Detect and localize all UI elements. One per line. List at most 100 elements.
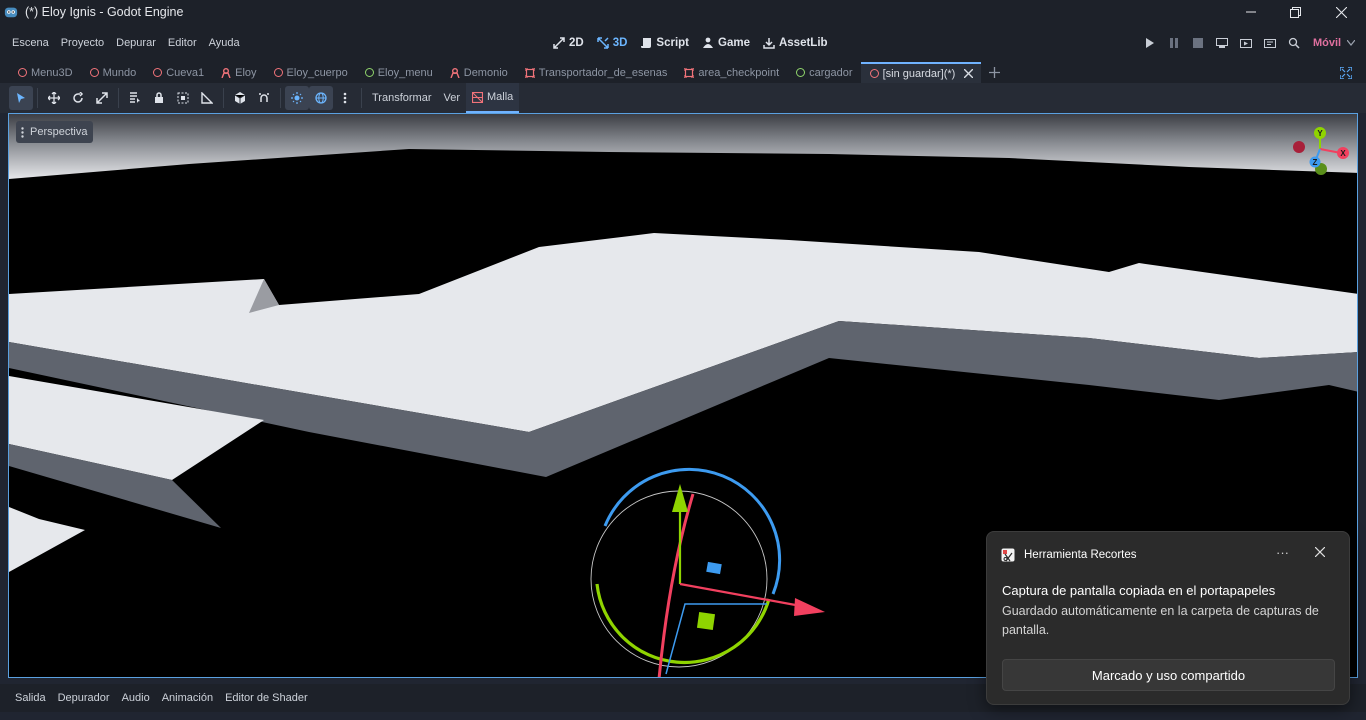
tab-label: Eloy_menu bbox=[377, 66, 433, 79]
menu-depurar[interactable]: Depurar bbox=[110, 37, 162, 49]
tab-area-checkpoint[interactable]: area_checkpoint bbox=[675, 62, 787, 83]
remote-debug-button[interactable] bbox=[1210, 31, 1234, 55]
close-window-button[interactable] bbox=[1318, 0, 1364, 24]
ruler-button[interactable] bbox=[195, 86, 219, 110]
globe-icon bbox=[315, 92, 327, 104]
mode-3d-button[interactable]: 3D bbox=[596, 37, 628, 49]
list-select-button[interactable] bbox=[123, 86, 147, 110]
menu-editor[interactable]: Editor bbox=[162, 37, 203, 49]
restore-button[interactable] bbox=[1272, 0, 1318, 24]
mode-2d-label: 2D bbox=[569, 37, 584, 49]
sun-icon bbox=[291, 92, 303, 104]
movie-maker-button[interactable] bbox=[1282, 31, 1306, 55]
mesh-menu[interactable]: Malla bbox=[466, 83, 520, 113]
notification-app-name: Herramienta Recortes bbox=[1024, 549, 1137, 561]
node3d-icon bbox=[153, 68, 163, 77]
tab-label: [sin guardar](*) bbox=[882, 67, 956, 80]
pause-icon bbox=[1170, 38, 1178, 48]
axis-gizmo[interactable]: Y X Z bbox=[1287, 122, 1351, 180]
notification-close-button[interactable] bbox=[1314, 544, 1326, 562]
main-menu-bar: Escena Proyecto Depurar Editor Ayuda 2D … bbox=[0, 24, 1366, 62]
tab-eloy-cuerpo[interactable]: Eloy_cuerpo bbox=[265, 62, 356, 83]
character-icon bbox=[450, 67, 460, 78]
menu-escena[interactable]: Escena bbox=[6, 37, 55, 49]
transform-gizmo[interactable] bbox=[590, 467, 825, 678]
main-screen-switcher: 2D 3D Script Game AssetLib bbox=[553, 24, 841, 62]
tab-eloy-menu[interactable]: Eloy_menu bbox=[356, 62, 441, 83]
tab-eloy[interactable]: Eloy bbox=[212, 62, 264, 83]
script-icon bbox=[641, 38, 652, 48]
menu-proyecto[interactable]: Proyecto bbox=[55, 37, 110, 49]
play-custom-icon bbox=[1264, 39, 1276, 48]
mode-script-button[interactable]: Script bbox=[640, 37, 689, 49]
snap-button[interactable] bbox=[252, 86, 276, 110]
stop-icon bbox=[1193, 38, 1203, 48]
bottom-tab-shader-editor[interactable]: Editor de Shader bbox=[219, 692, 314, 704]
node3d-icon bbox=[273, 68, 283, 77]
add-scene-tab-button[interactable] bbox=[981, 62, 1008, 83]
tab-demonio[interactable]: Demonio bbox=[441, 62, 516, 83]
cursor-icon bbox=[17, 93, 25, 103]
transform-menu[interactable]: Transformar bbox=[366, 83, 438, 113]
local-space-button[interactable] bbox=[228, 86, 252, 110]
bottom-tab-output[interactable]: Salida bbox=[9, 692, 52, 704]
3d-icon bbox=[596, 37, 609, 49]
renderer-select[interactable]: Móvil bbox=[1313, 24, 1356, 62]
mode-2d-button[interactable]: 2D bbox=[553, 37, 584, 49]
tab-label: Eloy_cuerpo bbox=[286, 66, 348, 79]
notification-more-button[interactable]: ··· bbox=[1276, 545, 1289, 560]
group-button[interactable] bbox=[171, 86, 195, 110]
sky-gradient bbox=[9, 114, 1357, 179]
kebab-icon bbox=[21, 126, 24, 138]
play-scene-button[interactable] bbox=[1234, 31, 1258, 55]
scale-mode-button[interactable] bbox=[90, 86, 114, 110]
snipping-tool-notification[interactable]: Herramienta Recortes ··· Captura de pant… bbox=[986, 531, 1350, 705]
bottom-tab-animation[interactable]: Animación bbox=[156, 692, 219, 704]
movie-maker-icon bbox=[1288, 37, 1300, 49]
tab-transportador[interactable]: Transportador_de_esenas bbox=[516, 62, 676, 83]
bottom-tab-audio[interactable]: Audio bbox=[116, 692, 156, 704]
view-menu[interactable]: Ver bbox=[438, 83, 467, 113]
preview-sun-button[interactable] bbox=[285, 86, 309, 110]
scene-tabs: Menu3D Mundo Cueva1 Eloy Eloy_cuerpo Elo… bbox=[0, 62, 1366, 83]
perspective-menu[interactable]: Perspectiva bbox=[16, 121, 94, 143]
axis-z-label: Z bbox=[1313, 158, 1318, 167]
play-project-button[interactable] bbox=[1138, 31, 1162, 55]
tab-sin-guardar[interactable]: [sin guardar](*) bbox=[860, 62, 982, 83]
tab-mundo[interactable]: Mundo bbox=[81, 62, 145, 83]
axis-y-label: Y bbox=[1317, 129, 1323, 138]
control-icon bbox=[364, 68, 374, 77]
distraction-free-button[interactable] bbox=[1339, 66, 1353, 84]
select-mode-button[interactable] bbox=[9, 86, 33, 110]
close-tab-icon[interactable] bbox=[964, 69, 974, 78]
tab-cueva1[interactable]: Cueva1 bbox=[144, 62, 212, 83]
list-select-icon bbox=[130, 92, 140, 103]
tab-cargador[interactable]: cargador bbox=[787, 62, 860, 83]
close-icon bbox=[1335, 6, 1347, 18]
tab-menu3d[interactable]: Menu3D bbox=[9, 62, 81, 83]
tab-label: area_checkpoint bbox=[698, 66, 780, 79]
mode-game-button[interactable]: Game bbox=[702, 37, 750, 49]
markup-and-share-button[interactable]: Marcado y uso compartido bbox=[1002, 659, 1335, 691]
node3d-icon bbox=[89, 68, 99, 77]
stop-button[interactable] bbox=[1186, 31, 1210, 55]
lock-button[interactable] bbox=[147, 86, 171, 110]
menu-ayuda[interactable]: Ayuda bbox=[203, 37, 246, 49]
preview-environment-button[interactable] bbox=[309, 86, 333, 110]
character-icon bbox=[221, 67, 231, 78]
minimize-button[interactable] bbox=[1228, 0, 1274, 24]
move-mode-button[interactable] bbox=[42, 86, 66, 110]
rotate-mode-button[interactable] bbox=[66, 86, 90, 110]
environment-menu-button[interactable] bbox=[333, 86, 357, 110]
bottom-tab-debugger[interactable]: Depurador bbox=[52, 692, 116, 704]
mode-3d-label: 3D bbox=[612, 37, 628, 49]
godot-logo-icon bbox=[4, 7, 18, 18]
close-icon bbox=[1314, 546, 1326, 558]
mode-script-label: Script bbox=[656, 37, 689, 49]
play-custom-scene-button[interactable] bbox=[1258, 31, 1282, 55]
pause-button[interactable] bbox=[1162, 31, 1186, 55]
mode-assetlib-button[interactable]: AssetLib bbox=[763, 37, 828, 49]
rotate-icon bbox=[73, 92, 84, 103]
node3d-icon bbox=[869, 69, 879, 78]
notification-title: Captura de pantalla copiada en el portap… bbox=[1002, 583, 1276, 598]
